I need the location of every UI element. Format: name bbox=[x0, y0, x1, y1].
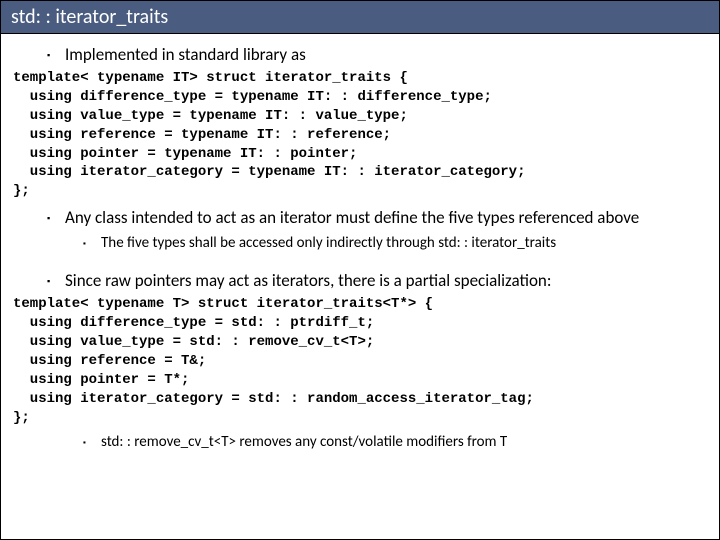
bullet-remove-cv: std: : remove_cv_t<T> removes any const/… bbox=[101, 429, 719, 455]
bullet-raw-pointers: Since raw pointers may act as iterators,… bbox=[65, 266, 719, 293]
code-block-1: template< typename IT> struct iterator_t… bbox=[1, 67, 719, 203]
bullet-five-types: The five types shall be accessed only in… bbox=[101, 230, 719, 256]
bullet-any-class: Any class intended to act as an iterator… bbox=[65, 203, 719, 230]
slide-title: std: : iterator_traits bbox=[1, 1, 719, 34]
code-block-2: template< typename T> struct iterator_tr… bbox=[1, 293, 719, 429]
slide-body: Implemented in standard library as templ… bbox=[1, 34, 719, 455]
bullet-implemented: Implemented in standard library as bbox=[65, 40, 719, 67]
